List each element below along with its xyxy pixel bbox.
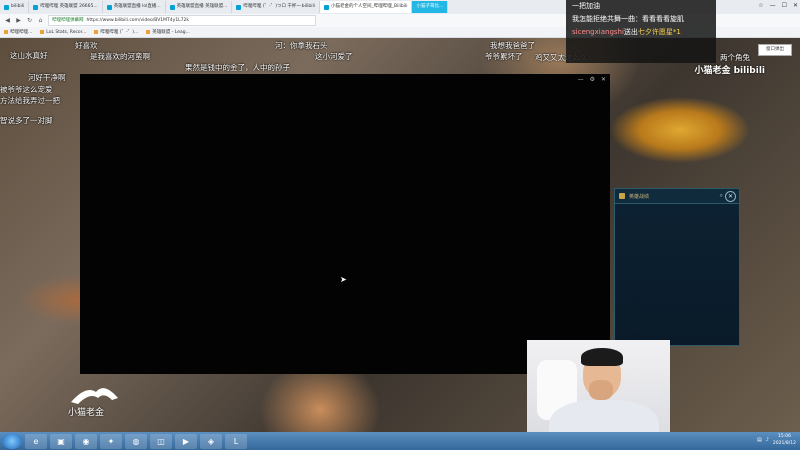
tool-icon[interactable]: ◫ [150, 433, 172, 449]
minimize-icon[interactable]: — [770, 2, 776, 9]
clock[interactable]: 15:06 2021/8/12 [773, 433, 796, 447]
danmaku-comment: 智说多了一对脚 [0, 116, 53, 125]
minimize-icon[interactable]: — [578, 76, 584, 83]
bilibili-favicon-icon [324, 4, 330, 10]
window-controls: ☆ — ☐ ✕ [758, 2, 798, 9]
browser-tab[interactable]: 英雄联盟直播 lol直播... [103, 1, 166, 13]
url-input[interactable]: 哔哩哔哩弹幕网 https://www.bilibili.com/video/B… [48, 15, 316, 26]
ie-icon[interactable]: e [25, 433, 47, 449]
danmaku-comment: 是我喜欢的河蛮啊 [90, 52, 150, 61]
bookmark-item[interactable]: 哔哩哔哩 (゜-゜)... [94, 29, 138, 35]
danmaku-comment: 河好干净啊 [28, 73, 66, 82]
lol-icon [619, 193, 625, 199]
bilibili-favicon-icon [169, 4, 175, 10]
bookmark-item[interactable]: 英雄联盟 - Leag... [146, 29, 190, 35]
chat-message: 我怎能拒绝共舞一曲：看看看看旋肌 [572, 15, 684, 23]
streamer-hair [581, 348, 623, 366]
browser-tab-highlight[interactable]: 小猫子哥比... [412, 1, 449, 13]
bilibili-favicon-icon [33, 4, 39, 10]
system-tray: ▤ ♪ 15:06 2021/8/12 [757, 433, 796, 447]
bilibili-favicon-icon [4, 4, 9, 10]
network-icon[interactable]: ▤ [757, 437, 762, 443]
close-icon[interactable]: ✕ [601, 76, 606, 83]
home-icon[interactable]: ⌂ [37, 17, 44, 24]
search-icon[interactable]: ⌕ [720, 192, 723, 200]
danmaku-comment: 方法给我弄过一把 [0, 96, 60, 105]
chrome-icon[interactable]: ◉ [75, 433, 97, 449]
refresh-icon[interactable]: ↻ [26, 17, 33, 24]
bilibili-favicon-icon [236, 4, 242, 10]
live-chat: 一把加油 我怎能拒绝共舞一曲：看看看看旋肌 sicengxiangshi送出七夕… [566, 0, 716, 63]
browser-tab[interactable]: 哔哩哔哩 英雄联盟 26665... [29, 1, 103, 13]
streamer-hand [589, 380, 613, 400]
close-icon[interactable]: ✕ [725, 191, 736, 202]
folder-icon[interactable]: ▣ [50, 433, 72, 449]
start-button[interactable] [2, 433, 22, 449]
stream-watermark: 小猫老金 bilibili [694, 66, 765, 76]
game-icon[interactable]: ◈ [200, 433, 222, 449]
panel-controls: — ⚙ ✕ [578, 76, 606, 83]
mouse-cursor-icon: ➤ [340, 275, 347, 284]
pin-icon[interactable]: ☆ [758, 2, 763, 9]
danmaku-comment: 我想我爸爸了 [490, 41, 535, 50]
lol-icon[interactable]: L [225, 433, 247, 449]
danmaku-comment: 河：你拿我石头 [275, 41, 328, 50]
qq-icon[interactable]: ◍ [125, 433, 147, 449]
folder-icon [40, 30, 45, 34]
bookmark-item[interactable]: 哔哩哔哩... [4, 29, 32, 35]
folder-icon [4, 30, 8, 34]
chat-gift-message: sicengxiangshi送出七夕许愿星*1 [572, 28, 681, 36]
bilibili-favicon-icon [106, 4, 112, 10]
close-icon[interactable]: ✕ [793, 2, 798, 9]
popout-window-button[interactable]: 窗口弹出 [758, 44, 792, 56]
maximize-icon[interactable]: ☐ [782, 2, 787, 9]
danmaku-comment: 果然是钱中的金了，人中的孙子 [185, 63, 290, 72]
folder-icon [146, 30, 151, 34]
danmaku-comment: 这山水真好 [10, 51, 48, 60]
volume-icon[interactable]: ♪ [766, 437, 769, 443]
windows-taskbar: e ▣ ◉ ✦ ◍ ◫ ▶ ◈ L ▤ ♪ 15:06 2021/8/12 [0, 432, 800, 450]
channel-logo-text: 小猫老金 [68, 408, 105, 418]
danmaku-comment: 这小河爱了 [315, 52, 353, 61]
video-icon[interactable]: ▶ [175, 433, 197, 449]
danmaku-comment: 好喜欢 [75, 41, 98, 50]
video-overlay-panel[interactable]: — ⚙ ✕ [80, 74, 610, 374]
browser-tab[interactable]: 英雄联盟直播 英雄联盟... [166, 1, 233, 13]
browser-tab[interactable]: bilibili [0, 1, 30, 13]
bookmark-item[interactable]: LoL Stats, Recor... [40, 30, 86, 35]
chat-message: 一把加油 [572, 2, 600, 10]
danmaku-comment: 爷爷累坏了 [485, 52, 523, 61]
forward-icon[interactable]: ▶ [15, 17, 22, 24]
lol-stats-panel: 英雄战绩 ⌕ ✕ [614, 188, 740, 346]
browser-tab[interactable]: 哔哩哔哩 (゜-゜)つロ 干杯~-bilibili [232, 1, 321, 13]
danmaku-comment: 被爷爷这么宠爱 [0, 85, 53, 94]
danmaku-comment: 两个角兔 [720, 53, 750, 62]
folder-icon [94, 30, 99, 34]
back-icon[interactable]: ◀ [4, 17, 11, 24]
xunlei-icon[interactable]: ✦ [100, 433, 122, 449]
browser-tab-active[interactable]: 小猫老金的个人空间_哔哩哔哩_Bilibili [320, 1, 413, 13]
settings-icon[interactable]: ⚙ [590, 76, 595, 83]
